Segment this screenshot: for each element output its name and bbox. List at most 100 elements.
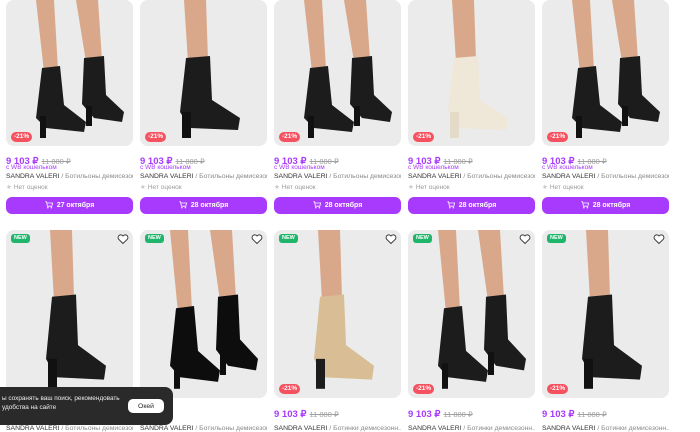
wallet-note: с WB кошельком (408, 164, 459, 171)
product-photo[interactable]: NEW (6, 230, 133, 398)
product-card[interactable]: NEW -21% 9 103 ₽11 880 ₽ SANDRA VALERI / Бо… (408, 230, 535, 432)
delivery-date: 28 октября (458, 202, 497, 209)
product-name: / Ботильоны демисезон... (61, 425, 133, 432)
star-icon: ★ (274, 184, 280, 191)
delivery-date: 27 октября (56, 202, 95, 209)
delivery-date: 28 октября (190, 202, 229, 209)
product-name: / Ботинки демисезонн... (595, 425, 669, 432)
product-photo[interactable]: NEW (140, 230, 267, 398)
wallet-note: с WB кошельком (6, 164, 57, 171)
product-card[interactable]: -21% 9 103 ₽11 880 ₽ с WB кошельком SANDRA … (6, 0, 133, 220)
discount-badge: -21% (547, 132, 569, 142)
rating-text: Нет оценок (147, 184, 182, 191)
add-to-cart-button[interactable]: 28 октября (274, 197, 401, 214)
brand-name: SANDRA VALERI (140, 173, 194, 180)
price: 9 103 ₽ (408, 409, 441, 420)
old-price: 11 880 ₽ (309, 410, 339, 419)
brand-name: SANDRA VALERI (6, 173, 60, 180)
product-title[interactable]: SANDRA VALERI / Ботильоны демисезон... (140, 173, 267, 180)
delivery-date: 28 октября (324, 202, 363, 209)
product-name: / Ботильоны демисезон... (597, 173, 669, 180)
add-to-cart-button[interactable]: 28 октября (140, 197, 267, 214)
price: 9 103 ₽ (542, 409, 575, 420)
discount-badge: -21% (279, 384, 301, 394)
old-price: 11 880 ₽ (443, 410, 473, 419)
product-name: / Ботинки демисезонн... (461, 425, 535, 432)
new-badge: NEW (11, 234, 30, 243)
wallet-note: с WB кошельком (542, 164, 593, 171)
brand-name: SANDRA VALERI (542, 425, 596, 432)
product-title[interactable]: SANDRA VALERI / Ботинки демисезонн... (408, 425, 535, 432)
rating-text: Нет оценок (549, 184, 584, 191)
product-photo[interactable]: -21% (6, 0, 133, 146)
rating: ★ Нет оценок (140, 183, 182, 191)
heart-icon[interactable] (653, 233, 665, 245)
brand-name: SANDRA VALERI (408, 425, 462, 432)
product-card[interactable]: NEW -21% 9 103 ₽11 880 ₽ SANDRA VALERI / Бо… (274, 230, 401, 432)
heart-icon[interactable] (385, 233, 397, 245)
add-to-cart-button[interactable]: 27 октября (6, 197, 133, 214)
cart-icon (581, 200, 589, 211)
brand-name: SANDRA VALERI (6, 425, 60, 432)
product-card[interactable]: -21% 9 103 ₽11 880 ₽ с WB кошельком SANDRA … (408, 0, 535, 220)
add-to-cart-button[interactable]: 28 октября (408, 197, 535, 214)
star-icon: ★ (6, 184, 12, 191)
rating-text: Нет оценок (13, 184, 48, 191)
star-icon: ★ (140, 184, 146, 191)
product-name: / Ботильоны демисезон... (329, 173, 401, 180)
cookie-accept-button[interactable]: Окей (128, 399, 164, 413)
product-title[interactable]: SANDRA VALERI / Ботильоны демисезон... (6, 173, 133, 180)
delivery-date: 28 октября (592, 202, 631, 209)
cookie-text: ы сохранять ваш поиск, рекомендовать удо… (2, 395, 120, 411)
brand-name: SANDRA VALERI (274, 425, 328, 432)
discount-badge: -21% (413, 132, 435, 142)
product-card[interactable]: -21% 9 103 ₽11 880 ₽ с WB кошельком SANDRA … (274, 0, 401, 220)
cart-icon (447, 200, 455, 211)
discount-badge: -21% (413, 384, 435, 394)
product-name: / Ботильоны демисезон... (195, 173, 267, 180)
product-name: / Ботильоны демисезон... (195, 425, 267, 432)
price: 9 103 ₽ (274, 409, 307, 420)
brand-name: SANDRA VALERI (408, 173, 462, 180)
product-title[interactable]: SANDRA VALERI / Ботинки демисезонн... (274, 425, 401, 432)
product-photo[interactable]: -21% (274, 0, 401, 146)
brand-name: SANDRA VALERI (542, 173, 596, 180)
heart-icon[interactable] (117, 233, 129, 245)
product-title[interactable]: SANDRA VALERI / Ботильоны демисезон... (408, 173, 535, 180)
product-name: / Ботильоны демисезон... (61, 173, 133, 180)
rating-text: Нет оценок (281, 184, 316, 191)
new-badge: NEW (547, 234, 566, 243)
rating: ★ Нет оценок (274, 183, 316, 191)
product-name: / Ботильоны демисезон... (463, 173, 535, 180)
product-photo[interactable]: NEW -21% (542, 230, 669, 398)
heart-icon[interactable] (519, 233, 531, 245)
product-photo[interactable]: -21% (542, 0, 669, 146)
product-title[interactable]: SANDRA VALERI / Ботильоны демисезон... (140, 425, 267, 432)
product-photo[interactable]: -21% (408, 0, 535, 146)
new-badge: NEW (413, 234, 432, 243)
price-row: 9 103 ₽11 880 ₽ (408, 404, 473, 422)
product-title[interactable]: SANDRA VALERI / Ботильоны демисезон... (274, 173, 401, 180)
wallet-note: с WB кошельком (140, 164, 191, 171)
product-card[interactable]: -21% 9 103 ₽11 880 ₽ с WB кошельком SANDRA … (542, 0, 669, 220)
price-row: 9 103 ₽11 880 ₽ (274, 404, 339, 422)
cookie-banner: ы сохранять ваш поиск, рекомендовать удо… (0, 387, 173, 425)
new-badge: NEW (279, 234, 298, 243)
add-to-cart-button[interactable]: 28 октября (542, 197, 669, 214)
product-title[interactable]: SANDRA VALERI / Ботильоны демисезон... (542, 173, 669, 180)
new-badge: NEW (145, 234, 164, 243)
rating: ★ Нет оценок (408, 183, 450, 191)
product-title[interactable]: SANDRA VALERI / Ботинки демисезонн... (542, 425, 669, 432)
product-photo[interactable]: NEW -21% (408, 230, 535, 398)
product-card[interactable]: NEW -21% 9 103 ₽11 880 ₽ SANDRA VALERI / Бо… (542, 230, 669, 432)
discount-badge: -21% (279, 132, 301, 142)
product-card[interactable]: -21% 9 103 ₽11 880 ₽ с WB кошельком SANDRA … (140, 0, 267, 220)
heart-icon[interactable] (251, 233, 263, 245)
discount-badge: -21% (547, 384, 569, 394)
star-icon: ★ (408, 184, 414, 191)
product-photo[interactable]: -21% (140, 0, 267, 146)
product-name: / Ботинки демисезонн... (327, 425, 401, 432)
product-title[interactable]: SANDRA VALERI / Ботильоны демисезон... (6, 425, 133, 432)
product-photo[interactable]: NEW -21% (274, 230, 401, 398)
old-price: 11 880 ₽ (577, 410, 607, 419)
